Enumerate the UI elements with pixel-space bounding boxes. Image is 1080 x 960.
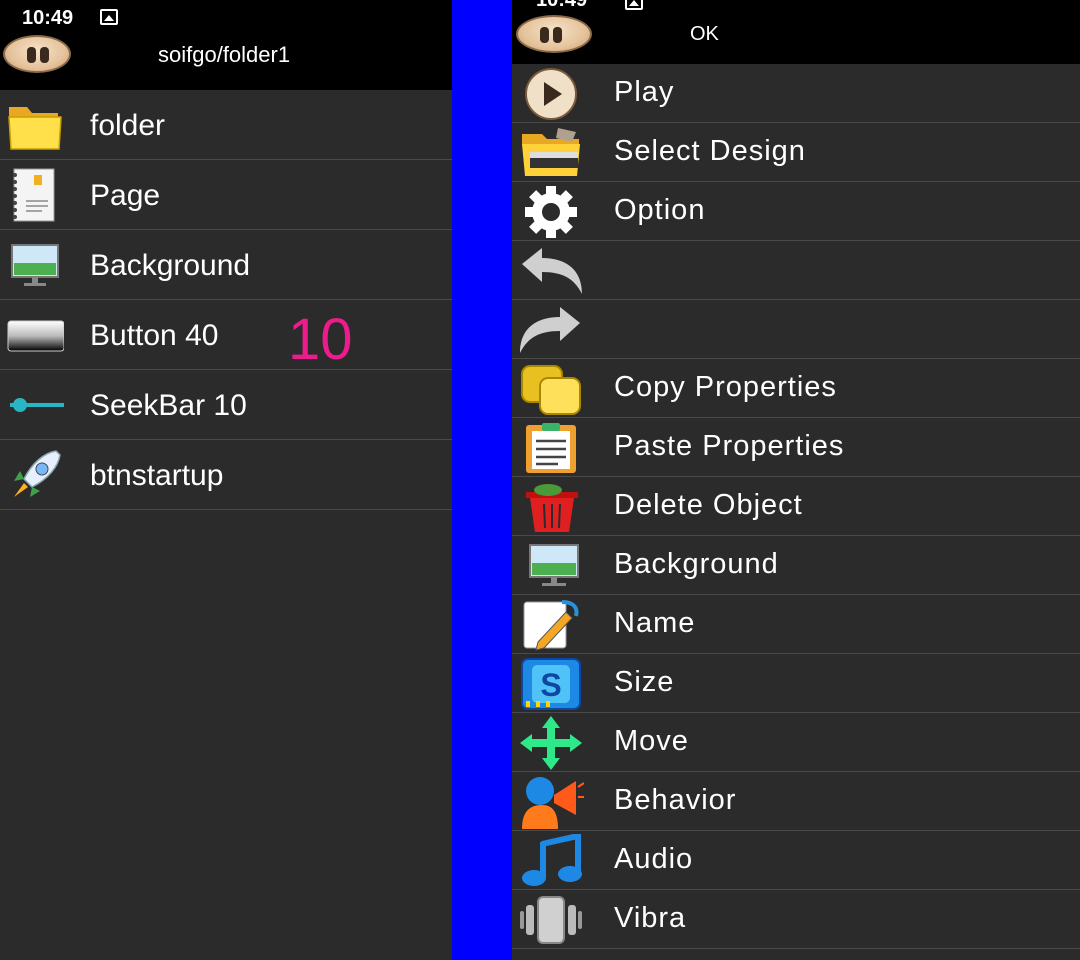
- folder-path-title: soifgo/folder1: [158, 42, 291, 67]
- menu-item-label: Audio: [614, 843, 694, 875]
- menu-item-label: Play: [614, 76, 675, 108]
- list-item-label: btnstartup: [90, 459, 224, 492]
- object-count: 10: [288, 307, 353, 372]
- menu-item-option[interactable]: Option: [512, 182, 1080, 241]
- vibrate-icon: [520, 896, 582, 944]
- gear-icon: [525, 186, 577, 238]
- size-icon: S: [521, 658, 581, 710]
- ok-button[interactable]: OK: [690, 23, 719, 46]
- list-item-page[interactable]: Page: [0, 160, 452, 230]
- menu-item-copy-properties[interactable]: Copy Properties: [512, 359, 1080, 418]
- undo-icon: [522, 248, 582, 294]
- list-item-btnstartup[interactable]: btnstartup: [0, 440, 452, 510]
- menu-item-play[interactable]: Play: [512, 64, 1080, 123]
- trash-icon: [526, 484, 578, 532]
- menu-item-label: Copy Properties: [614, 371, 837, 403]
- menu-item-label: Delete Object: [614, 489, 803, 521]
- list-item-label: folder: [90, 109, 166, 142]
- folder-icon: [8, 107, 62, 150]
- rocket-icon: [14, 450, 61, 497]
- menu-item-undo[interactable]: [512, 241, 1080, 300]
- list-item-label: Page: [90, 179, 161, 212]
- menu-item-move[interactable]: Move: [512, 713, 1080, 772]
- list-item-background[interactable]: Background: [0, 230, 452, 300]
- clipboard-icon: [526, 423, 576, 473]
- move-arrows-icon: [520, 716, 582, 770]
- menu-item-label: Name: [614, 607, 696, 639]
- rename-icon: [523, 600, 579, 651]
- background-icon: [11, 244, 59, 286]
- menu-item-label: Select Design: [614, 135, 806, 167]
- menu-item-label: Behavior: [614, 784, 737, 816]
- pig-menu-icon[interactable]: [516, 15, 592, 53]
- list-item-folder[interactable]: folder: [0, 90, 452, 160]
- pig-menu-icon[interactable]: [3, 35, 71, 73]
- redo-icon: [520, 307, 580, 353]
- menu-item-name[interactable]: Name: [512, 595, 1080, 654]
- list-item-button[interactable]: Button 40: [0, 300, 452, 370]
- left-panel: 10:49 soifgo/folder1 folder Page Backgro…: [0, 0, 452, 960]
- select-design-icon: [522, 128, 580, 176]
- menu-item-label: Size: [614, 666, 675, 698]
- list-item-label: Button 40: [90, 319, 219, 352]
- behavior-icon: [522, 777, 584, 829]
- gallery-notification-icon: [100, 9, 118, 25]
- button-icon: [7, 320, 64, 352]
- panel-divider: [452, 0, 512, 960]
- gallery-notification-icon: [625, 0, 643, 10]
- menu-item-paste-properties[interactable]: Paste Properties: [512, 418, 1080, 477]
- page-icon: [13, 168, 55, 222]
- background-icon: [529, 544, 579, 586]
- menu-item-audio[interactable]: Audio: [512, 831, 1080, 890]
- list-item-label: SeekBar 10: [90, 389, 247, 422]
- menu-item-background[interactable]: Background: [512, 536, 1080, 595]
- left-header: 10:49 soifgo/folder1: [0, 0, 452, 90]
- menu-item-label: Paste Properties: [614, 430, 845, 462]
- menu-item-label: Background: [614, 548, 779, 580]
- play-icon: [525, 68, 577, 120]
- menu-item-select-design[interactable]: Select Design: [512, 123, 1080, 182]
- menu-item-vibra[interactable]: Vibra: [512, 890, 1080, 949]
- menu-item-label: Vibra: [614, 902, 687, 934]
- svg-text:S: S: [540, 667, 561, 703]
- copy-icon: [521, 365, 581, 415]
- right-panel: 10:49 OK Play Select Design Option Copy …: [512, 0, 1080, 960]
- list-item-label: Background: [90, 249, 251, 282]
- seekbar-icon: [10, 398, 64, 412]
- list-item-seekbar[interactable]: SeekBar 10: [0, 370, 452, 440]
- status-time: 10:49: [536, 0, 588, 11]
- menu-item-label: Option: [614, 194, 706, 226]
- menu-item-redo[interactable]: [512, 300, 1080, 359]
- right-header: 10:49 OK: [512, 0, 1080, 64]
- music-note-icon: [522, 834, 582, 886]
- menu-item-delete-object[interactable]: Delete Object: [512, 477, 1080, 536]
- menu-item-label: Move: [614, 725, 689, 757]
- menu-item-size[interactable]: S Size: [512, 654, 1080, 713]
- status-time: 10:49: [22, 7, 74, 29]
- menu-item-behavior[interactable]: Behavior: [512, 772, 1080, 831]
